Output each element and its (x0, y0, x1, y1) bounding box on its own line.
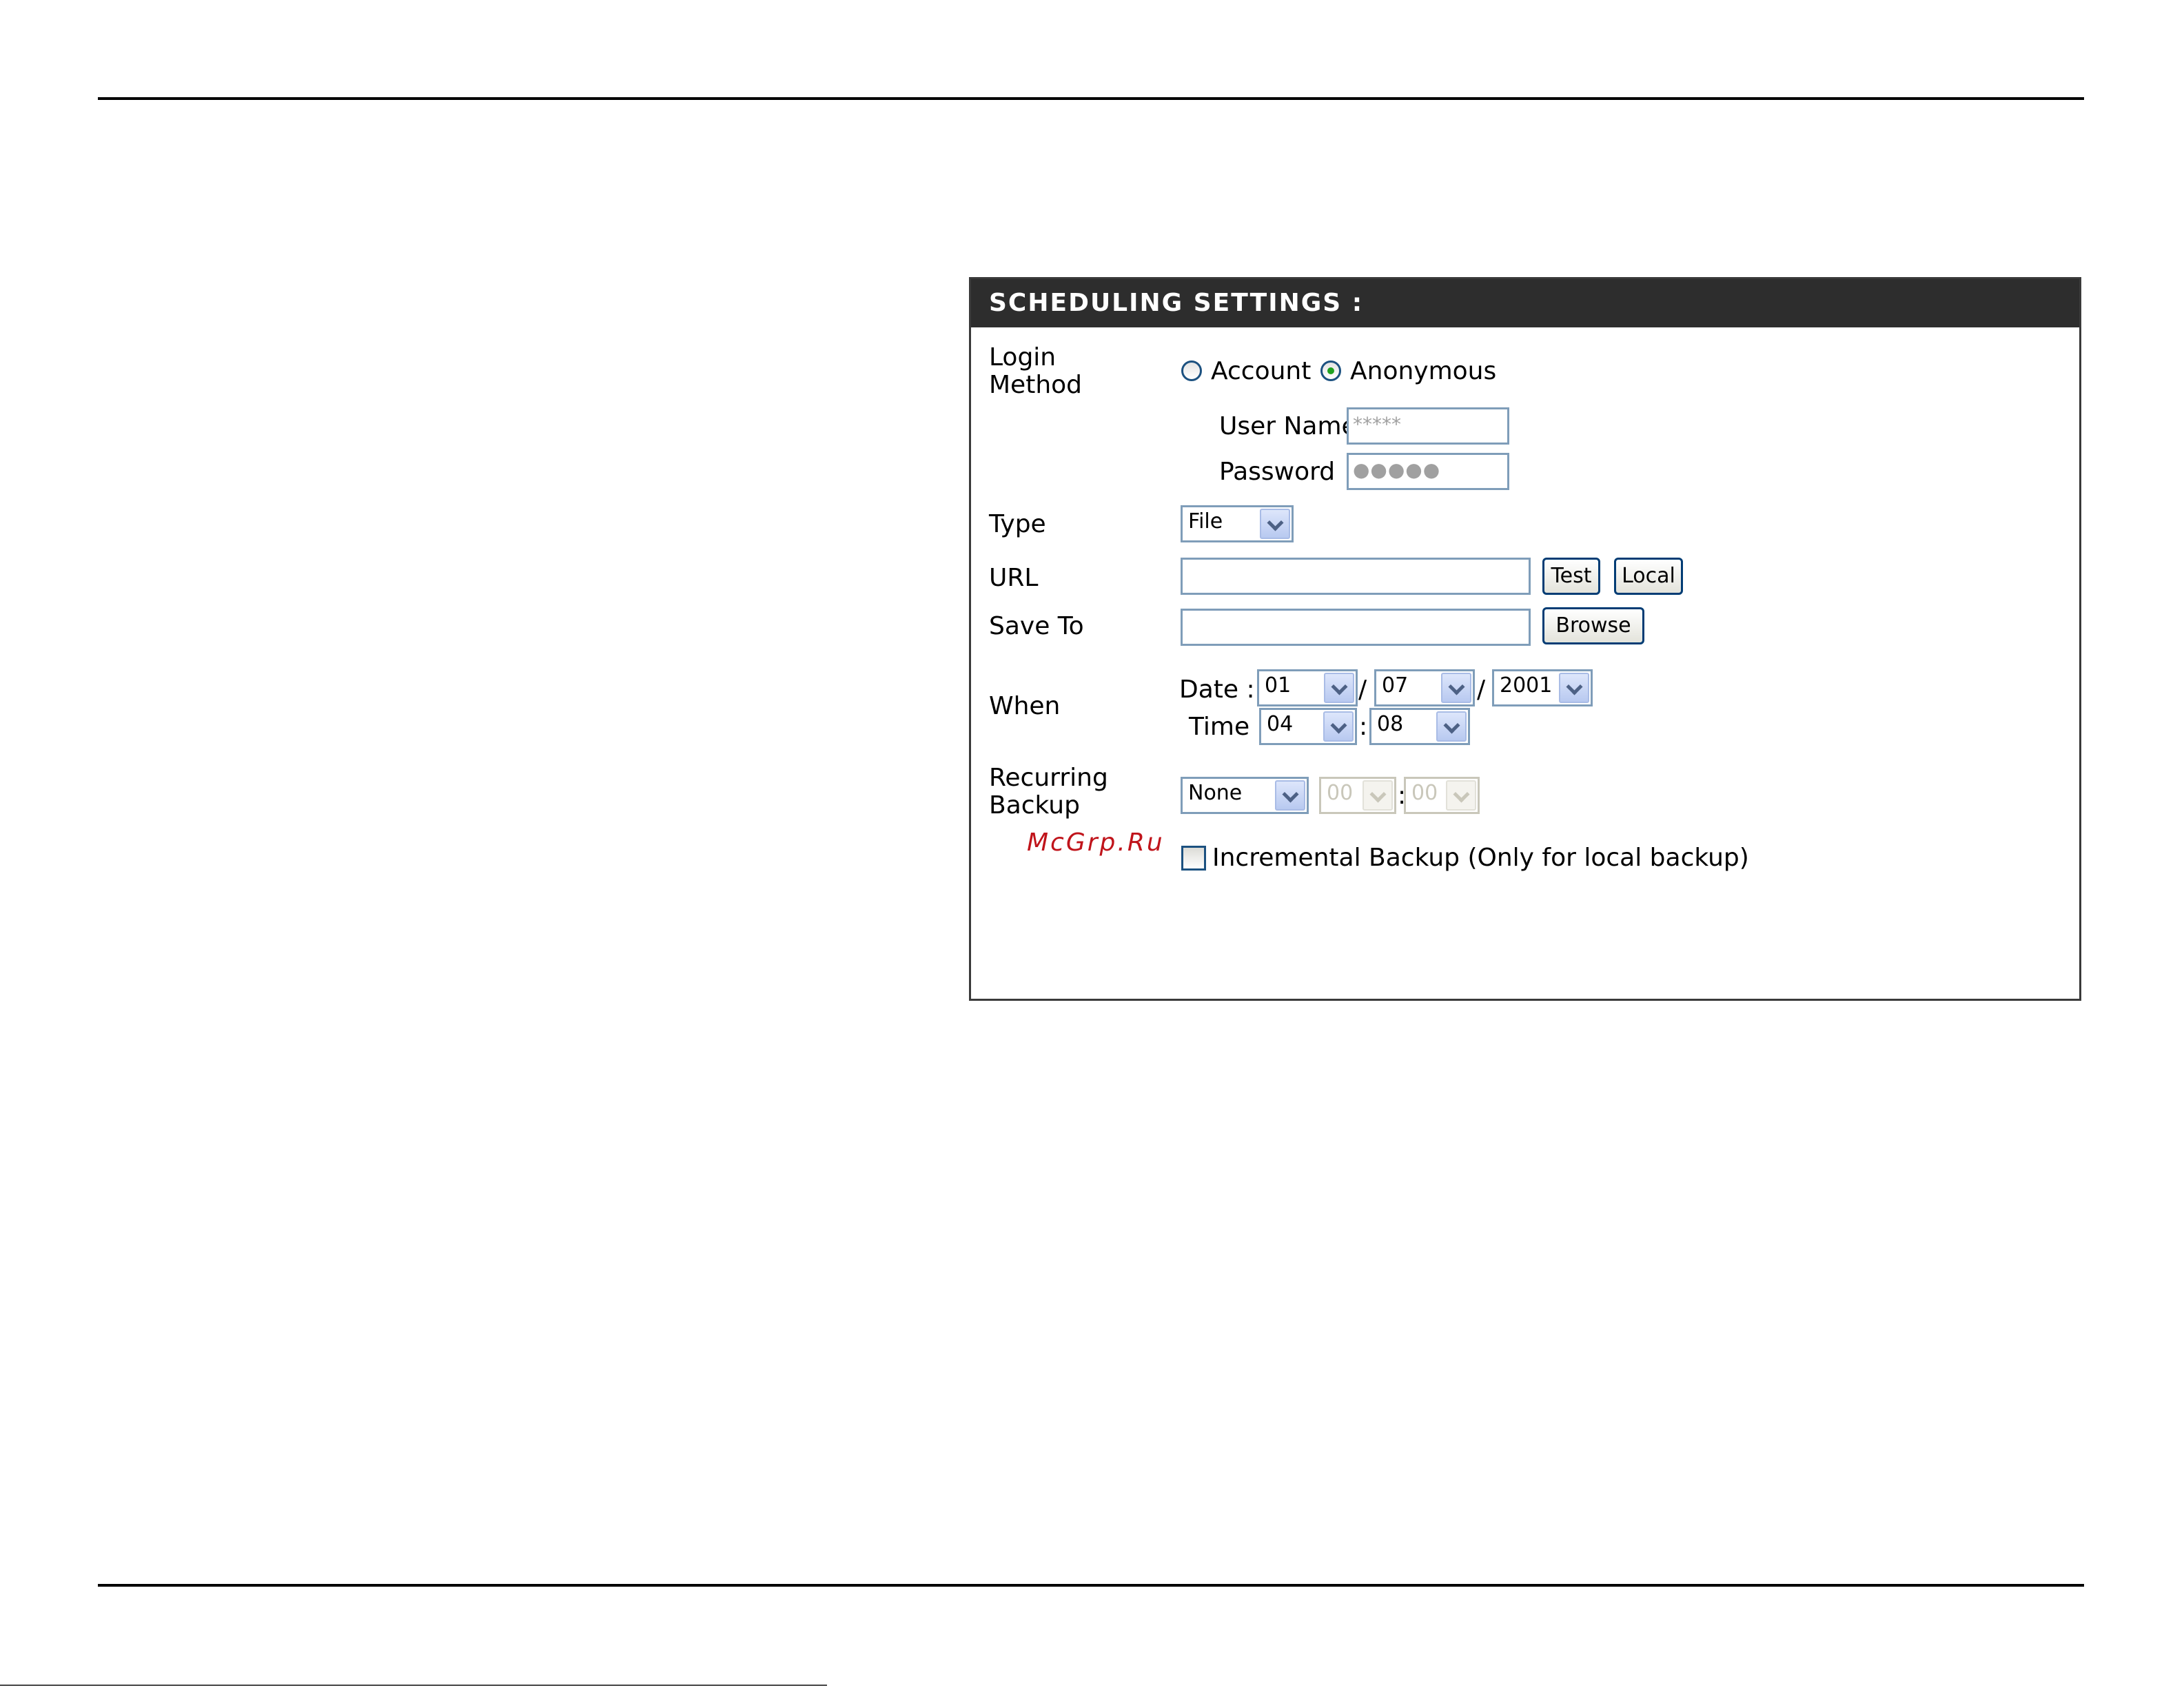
chevron-down-icon (1441, 673, 1471, 703)
radio-anonymous-label[interactable]: Anonymous (1350, 358, 1496, 385)
browse-button[interactable]: Browse (1542, 607, 1644, 644)
radio-account[interactable] (1181, 360, 1202, 381)
time-label: Time : (1189, 713, 1266, 741)
time-minute-value: 08 (1377, 712, 1404, 736)
time-minute-select[interactable]: 08 (1369, 708, 1470, 745)
incremental-backup-checkbox[interactable] (1181, 846, 1206, 871)
panel-title: SCHEDULING SETTINGS : (971, 279, 2079, 327)
local-button[interactable]: Local (1614, 558, 1683, 595)
user-name-label: User Name (1219, 412, 1357, 440)
date-day-select[interactable]: 07 (1374, 669, 1475, 706)
type-select[interactable]: File (1181, 505, 1294, 542)
date-year-select[interactable]: 2001 (1492, 669, 1593, 706)
login-method-label-line1: Login (989, 343, 1057, 372)
save-to-label: Save To (989, 612, 1084, 640)
when-label: When (989, 692, 1061, 720)
incremental-backup-label[interactable]: Incremental Backup (Only for local backu… (1212, 844, 1749, 872)
date-label: Date : (1179, 675, 1255, 704)
chevron-down-icon (1323, 711, 1354, 742)
recurring-hour-value: 00 (1327, 781, 1354, 805)
date-year-value: 2001 (1500, 673, 1553, 698)
recurring-hour-select[interactable]: 00 (1319, 777, 1396, 814)
recurring-minute-value: 00 (1411, 781, 1438, 805)
radio-anonymous[interactable] (1320, 360, 1341, 381)
chevron-down-icon (1559, 673, 1589, 703)
url-input[interactable] (1181, 558, 1531, 595)
top-rule (98, 97, 2084, 100)
login-method-label-line2: Method (989, 371, 1083, 399)
radio-account-label[interactable]: Account (1211, 358, 1311, 385)
watermark: McGrp.Ru (1027, 828, 1165, 857)
chevron-down-icon (1446, 780, 1476, 811)
password-input[interactable]: ●●●●● (1347, 453, 1509, 490)
chevron-down-icon (1324, 673, 1354, 703)
type-label: Type (989, 510, 1046, 538)
chevron-down-icon (1260, 509, 1290, 539)
date-month-value: 01 (1265, 673, 1292, 698)
date-separator: / (1358, 675, 1367, 704)
test-button[interactable]: Test (1542, 558, 1600, 595)
scheduling-settings-panel: SCHEDULING SETTINGS : Login Method Accou… (969, 277, 2081, 1001)
recurring-select-value: None (1188, 781, 1243, 805)
time-hour-select[interactable]: 04 (1259, 708, 1357, 745)
recurring-label-line2: Backup (989, 791, 1080, 820)
user-name-input[interactable]: ***** (1347, 407, 1509, 445)
recurring-minute-select[interactable]: 00 (1404, 777, 1480, 814)
chevron-down-icon (1275, 780, 1305, 811)
radio-selected-dot (1327, 367, 1334, 374)
url-label: URL (989, 564, 1039, 592)
recurring-label-line1: Recurring (989, 764, 1108, 792)
date-month-select[interactable]: 01 (1257, 669, 1358, 706)
date-separator: / (1477, 675, 1486, 704)
save-to-input[interactable] (1181, 609, 1531, 646)
chevron-down-icon (1363, 780, 1393, 811)
chevron-down-icon (1436, 711, 1467, 742)
type-select-value: File (1188, 509, 1223, 533)
recurring-select[interactable]: None (1181, 777, 1309, 814)
time-separator: : (1359, 713, 1368, 741)
date-day-value: 07 (1382, 673, 1409, 698)
password-label: Password (1219, 458, 1336, 486)
time-hour-value: 04 (1267, 712, 1294, 736)
bottom-rule (98, 1584, 2084, 1587)
footer-rule (0, 1685, 827, 1686)
